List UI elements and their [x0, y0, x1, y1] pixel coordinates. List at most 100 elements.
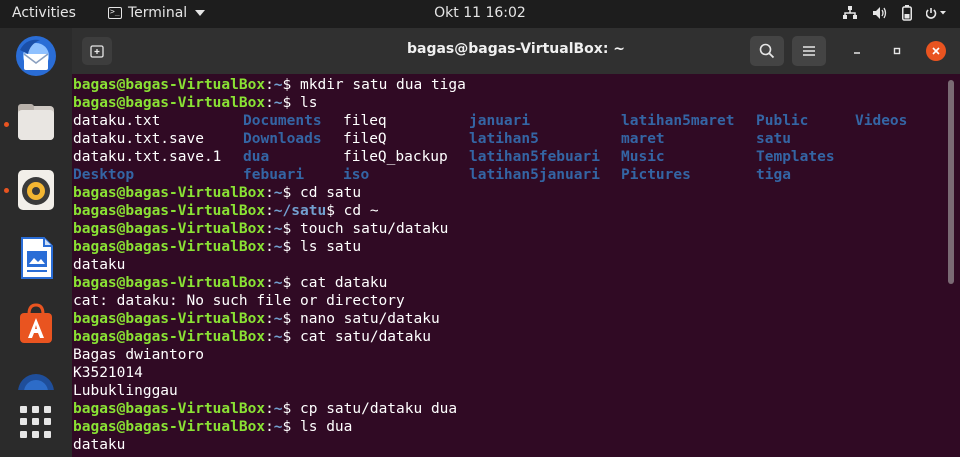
prompt-line: bagas@bagas-VirtualBox:~$ cd satu: [73, 184, 361, 202]
writer-icon[interactable]: [12, 234, 60, 282]
output-line: K3521014: [73, 365, 143, 381]
ls-file-entry: fileQ_backup: [343, 149, 448, 165]
prompt-user: bagas@bagas-VirtualBox: [73, 275, 266, 291]
prompt-separator: :: [265, 221, 274, 237]
prompt-line: bagas@bagas-VirtualBox:~$ ls satu: [73, 238, 361, 256]
command-text: ls satu: [300, 239, 362, 255]
ls-file-entry: fileQ: [343, 131, 387, 147]
dock: [0, 28, 72, 457]
prompt-symbol: $: [282, 95, 300, 111]
command-text: mkdir satu dua tiga: [300, 77, 466, 93]
command-text: cat satu/dataku: [300, 329, 431, 345]
prompt-user: bagas@bagas-VirtualBox: [73, 95, 266, 111]
prompt-path: ~: [273, 329, 283, 345]
running-indicator: [4, 188, 9, 193]
ls-directory-entry: Downloads: [243, 131, 322, 147]
volume-icon: [872, 6, 888, 20]
top-bar: Activities >_ Terminal Okt 11 16:02: [0, 0, 960, 28]
command-text: cd ~: [343, 203, 379, 219]
help-icon[interactable]: [12, 368, 60, 390]
app-menu[interactable]: >_ Terminal: [108, 5, 206, 21]
maximize-button[interactable]: [887, 41, 907, 61]
prompt-line: bagas@bagas-VirtualBox:~/satu$ cd ~: [73, 202, 379, 220]
prompt-symbol: $: [282, 419, 300, 435]
ls-directory-entry: dua: [243, 149, 270, 165]
maximize-icon: [893, 47, 901, 55]
prompt-line: bagas@bagas-VirtualBox:~$ cat dataku: [73, 274, 387, 292]
command-text: cat dataku: [300, 275, 388, 291]
ls-directory-entry: Videos: [855, 113, 908, 129]
power-menu-icon: [926, 6, 948, 20]
software-icon[interactable]: [12, 300, 60, 348]
prompt-separator: :: [265, 275, 274, 291]
prompt-line: bagas@bagas-VirtualBox:~$ ls: [73, 94, 317, 112]
prompt-line: bagas@bagas-VirtualBox:~$ ls dua: [73, 418, 352, 436]
prompt-separator: :: [265, 401, 274, 417]
prompt-symbol: $: [282, 401, 300, 417]
ls-file-entry: fileq: [343, 113, 387, 129]
search-button[interactable]: [750, 36, 784, 66]
close-button[interactable]: [926, 41, 946, 61]
prompt-user: bagas@bagas-VirtualBox: [73, 203, 266, 219]
window-headerbar: bagas@bagas-VirtualBox: ~: [72, 28, 960, 74]
prompt-path: ~: [273, 77, 283, 93]
search-icon: [759, 43, 775, 59]
show-applications-button[interactable]: [20, 406, 52, 438]
prompt-symbol: $: [282, 239, 300, 255]
hamburger-menu-button[interactable]: [792, 36, 826, 66]
clock[interactable]: Okt 11 16:02: [434, 5, 526, 21]
prompt-symbol: $: [326, 203, 344, 219]
prompt-path: ~: [273, 239, 283, 255]
app-menu-label: Terminal: [128, 5, 188, 21]
terminal-view[interactable]: bagas@bagas-VirtualBox:~$ mkdir satu dua…: [72, 74, 960, 457]
ls-directory-entry: maret: [621, 131, 665, 147]
prompt-separator: :: [265, 419, 274, 435]
system-tray[interactable]: [842, 5, 948, 21]
ls-directory-entry: latihan5maret: [621, 113, 735, 129]
prompt-path: ~/satu: [273, 203, 327, 219]
prompt-user: bagas@bagas-VirtualBox: [73, 311, 266, 327]
prompt-separator: :: [265, 95, 274, 111]
prompt-path: ~: [273, 419, 283, 435]
prompt-path: ~: [273, 401, 283, 417]
network-icon: [842, 6, 858, 20]
prompt-separator: :: [265, 239, 274, 255]
prompt-line: bagas@bagas-VirtualBox:~$ cat satu/datak…: [73, 328, 431, 346]
running-indicator: [4, 122, 9, 127]
prompt-separator: :: [265, 185, 274, 201]
prompt-user: bagas@bagas-VirtualBox: [73, 329, 266, 345]
prompt-user: bagas@bagas-VirtualBox: [73, 221, 266, 237]
ls-directory-entry: satu: [756, 131, 791, 147]
minimize-button[interactable]: [847, 41, 867, 61]
prompt-separator: :: [265, 203, 274, 219]
prompt-symbol: $: [282, 77, 300, 93]
ls-file-entry: dataku.txt: [73, 113, 161, 129]
ls-directory-entry: latihan5: [469, 131, 539, 147]
output-line: dataku: [73, 437, 126, 453]
window-title: bagas@bagas-VirtualBox: ~: [406, 41, 626, 57]
thunderbird-icon[interactable]: [12, 32, 60, 80]
files-icon[interactable]: [12, 98, 60, 146]
activities-button[interactable]: Activities: [12, 5, 76, 21]
prompt-user: bagas@bagas-VirtualBox: [73, 419, 266, 435]
prompt-path: ~: [273, 311, 283, 327]
prompt-symbol: $: [282, 221, 300, 237]
rhythmbox-icon[interactable]: [12, 166, 60, 214]
ls-directory-entry: Templates: [756, 149, 835, 165]
prompt-separator: :: [265, 311, 274, 327]
minimize-icon: [854, 52, 860, 54]
ls-directory-entry: Desktop: [73, 167, 135, 183]
prompt-path: ~: [273, 185, 283, 201]
prompt-path: ~: [273, 275, 283, 291]
ls-directory-entry: latihan5januari: [469, 167, 600, 183]
prompt-line: bagas@bagas-VirtualBox:~$ mkdir satu dua…: [73, 76, 466, 94]
prompt-separator: :: [265, 77, 274, 93]
prompt-user: bagas@bagas-VirtualBox: [73, 185, 266, 201]
scrollbar[interactable]: [948, 80, 954, 284]
ls-file-entry: dataku.txt.save.1: [73, 149, 222, 165]
ls-directory-entry: Documents: [243, 113, 322, 129]
command-text: touch satu/dataku: [300, 221, 449, 237]
output-line: Lubuklinggau: [73, 383, 178, 399]
prompt-user: bagas@bagas-VirtualBox: [73, 77, 266, 93]
hamburger-icon: [803, 46, 815, 56]
